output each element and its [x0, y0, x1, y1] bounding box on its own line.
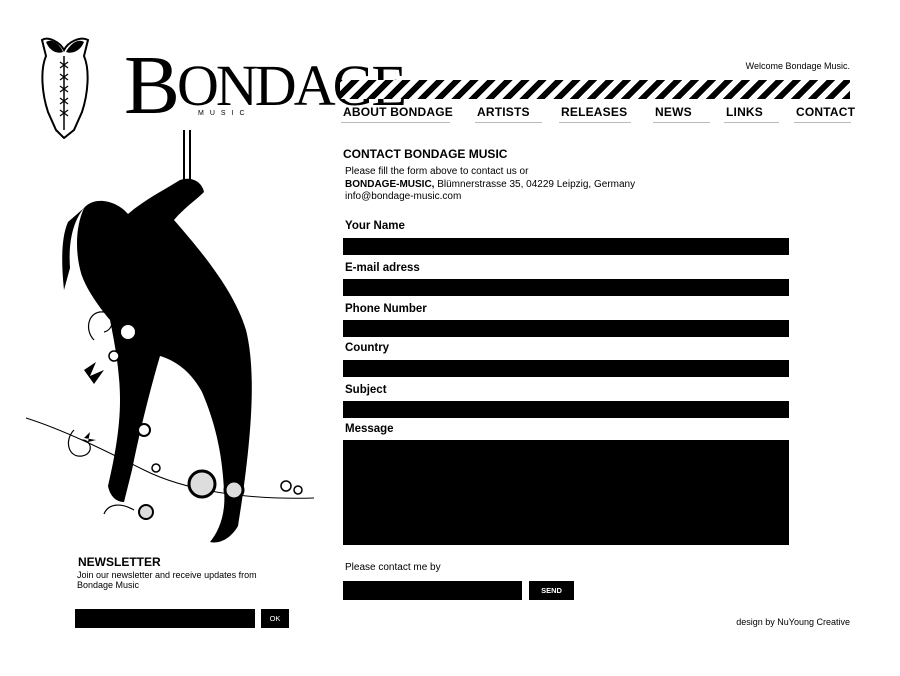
contact-title: CONTACT BONDAGE MUSIC	[343, 147, 508, 161]
country-field[interactable]	[343, 360, 789, 377]
contact-info: Please fill the form above to contact us…	[345, 166, 635, 204]
nav-news[interactable]: NEWS	[653, 104, 710, 123]
contact-email[interactable]: info@bondage-music.com	[345, 191, 635, 204]
phone-field[interactable]	[343, 320, 789, 337]
nav-about-bondage[interactable]: ABOUT BONDAGE	[341, 104, 453, 123]
message-label: Message	[345, 423, 394, 435]
newsletter-description: Join our newsletter and receive updates …	[77, 570, 257, 590]
subject-label: Subject	[345, 384, 387, 396]
street-address: Blümnerstrasse 35, 04229 Leipzig, German…	[434, 178, 636, 190]
contact-method-select[interactable]	[343, 581, 522, 600]
contact-by-label: Please contact me by	[345, 562, 441, 573]
nav-links[interactable]: LINKS	[724, 104, 779, 123]
name-label: Your Name	[345, 220, 405, 232]
email-field[interactable]	[343, 279, 789, 296]
email-label: E-mail adress	[345, 262, 420, 274]
main-nav: ABOUT BONDAGE ARTISTS RELEASES NEWS LINK…	[341, 104, 855, 124]
name-field[interactable]	[343, 238, 789, 255]
newsletter-email-input[interactable]	[75, 609, 255, 628]
company-name: BONDAGE-MUSIC,	[345, 178, 435, 190]
dancer-silhouette-illustration	[25, 130, 315, 543]
design-credit[interactable]: design by NuYoung Creative	[736, 617, 850, 627]
send-button[interactable]: SEND	[529, 581, 574, 600]
nav-artists[interactable]: ARTISTS	[475, 104, 542, 123]
newsletter-ok-button[interactable]: OK	[261, 609, 289, 628]
newsletter-title: NEWSLETTER	[78, 555, 161, 569]
striped-banner	[340, 80, 850, 99]
message-textarea[interactable]	[343, 440, 789, 545]
nav-contact[interactable]: CONTACT	[794, 104, 855, 123]
corset-icon	[40, 37, 90, 139]
subject-field[interactable]	[343, 401, 789, 418]
phone-label: Phone Number	[345, 303, 427, 315]
country-label: Country	[345, 342, 390, 354]
nav-releases[interactable]: RELEASES	[559, 104, 631, 123]
contact-intro: Please fill the form above to contact us…	[345, 166, 529, 177]
logo[interactable]: BONDAGE MUSIC	[38, 34, 407, 139]
welcome-text: Welcome Bondage Music.	[745, 61, 850, 71]
logo-subtitle: MUSIC	[198, 110, 251, 117]
contact-address: BONDAGE-MUSIC, Blümnerstrasse 35, 04229 …	[345, 179, 635, 192]
